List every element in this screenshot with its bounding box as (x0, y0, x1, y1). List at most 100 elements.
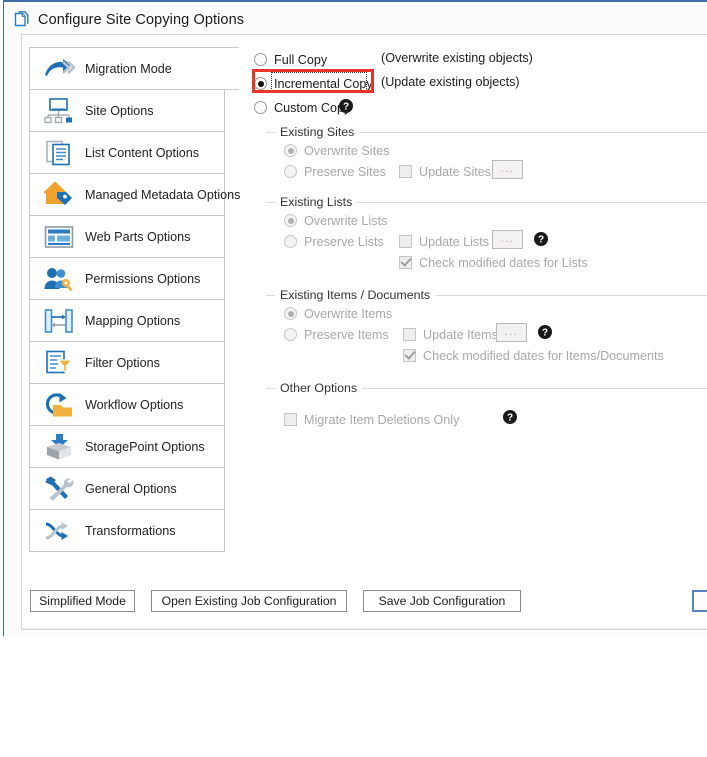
radio-indicator (254, 77, 267, 90)
sidebar-item-site-options[interactable]: Site Options (29, 89, 225, 132)
sidebar-item-label: Mapping Options (85, 313, 181, 328)
checkbox-check-modified-dates-lists: Check modified dates for Lists (399, 253, 588, 272)
sidebar-item-workflow-options[interactable]: Workflow Options (29, 383, 225, 426)
radio-preserve-items: Preserve Items (284, 325, 389, 344)
checkbox-label: Update Sites (419, 164, 492, 179)
home-tag-icon (42, 180, 76, 210)
radio-preserve-sites: Preserve Sites (284, 162, 386, 181)
shuffle-arrows-icon (42, 516, 76, 546)
sidebar-item-label: Managed Metadata Options (85, 187, 241, 202)
radio-indicator (254, 53, 267, 66)
radio-indicator (284, 235, 297, 248)
checkbox-migrate-item-deletions-only: Migrate Item Deletions Only (284, 410, 459, 429)
site-hierarchy-icon (42, 96, 76, 126)
sidebar-item-managed-metadata-options[interactable]: Managed Metadata Options (29, 173, 240, 216)
full-copy-note: (Overwrite existing objects) (381, 51, 533, 65)
radio-full-copy[interactable]: Full Copy (254, 50, 327, 69)
focus-outline (271, 72, 367, 91)
migration-mode-pane: Full Copy (Overwrite existing objects) I… (238, 47, 707, 579)
box-download-icon (42, 432, 76, 462)
sidebar-item-web-parts-options[interactable]: Web Parts Options (29, 215, 225, 258)
incremental-copy-note: (Update existing objects) (381, 75, 520, 89)
svg-text:?: ? (542, 328, 548, 339)
checkbox-label: Check modified dates for Items/Documents (423, 348, 664, 363)
screen: Configure Site Copying Options Migration… (0, 0, 707, 757)
radio-indicator (284, 214, 297, 227)
sidebar-item-label: Web Parts Options (85, 229, 191, 244)
checkbox-label: Check modified dates for Lists (419, 255, 588, 270)
sidebar-item-storagepoint-options[interactable]: StoragePoint Options (29, 425, 225, 468)
radio-overwrite-lists: Overwrite Lists (284, 211, 387, 230)
group-title: Existing Items / Documents (275, 288, 436, 302)
radio-label: Preserve Items (304, 327, 389, 342)
help-icon-custom-copy[interactable]: ? (339, 99, 353, 113)
checkbox-indicator (403, 349, 416, 362)
checkbox-update-sites: Update Sites (399, 162, 491, 181)
radio-indicator (284, 165, 297, 178)
window-title: Configure Site Copying Options (38, 12, 245, 28)
sidebar-item-label: Transformations (85, 523, 176, 538)
group-other-options: Other Options Migrate Item Deletions Onl… (266, 381, 707, 438)
checkbox-update-lists: Update Lists (399, 232, 489, 251)
documents-icon (42, 138, 76, 168)
radio-label: Overwrite Sites (304, 143, 390, 158)
help-icon-items[interactable]: ? (538, 325, 552, 339)
radio-label: Overwrite Lists (304, 213, 388, 228)
title-bar: Configure Site Copying Options (4, 4, 707, 36)
sidebar-item-transformations[interactable]: Transformations (29, 509, 225, 552)
checkbox-label: Migrate Item Deletions Only (304, 412, 460, 427)
open-existing-job-configuration-button[interactable]: Open Existing Job Configuration (151, 590, 347, 612)
group-existing-items-documents: Existing Items / Documents Overwrite Ite… (266, 288, 707, 371)
dialog-button-bar: Simplified Mode Open Existing Job Config… (22, 579, 707, 629)
checkbox-update-items: Update Items (403, 325, 498, 344)
radio-label: Overwrite Items (304, 306, 393, 321)
help-icon-other-options[interactable]: ? (503, 410, 517, 424)
radio-indicator (284, 307, 297, 320)
default-action-button[interactable] (692, 590, 707, 612)
group-title: Other Options (275, 381, 363, 395)
sidebar-item-mapping-options[interactable]: Mapping Options (29, 299, 225, 342)
document-filter-icon (42, 348, 76, 378)
help-icon-lists[interactable]: ? (534, 232, 548, 246)
radio-overwrite-items: Overwrite Items (284, 304, 392, 323)
button-bar-divider (22, 628, 707, 629)
sidebar-item-migration-mode[interactable]: Migration Mode (29, 47, 239, 90)
hammer-wrench-icon (42, 474, 76, 504)
sidebar-item-label: Workflow Options (85, 397, 184, 412)
sidebar-item-list-content-options[interactable]: List Content Options (29, 131, 225, 174)
group-title: Existing Lists (275, 195, 358, 209)
dialog-window: Configure Site Copying Options Migration… (3, 0, 707, 636)
mapping-arrows-icon (42, 306, 76, 336)
radio-custom-copy[interactable]: Custom Copy (254, 98, 350, 117)
sidebar-item-label: Permissions Options (85, 271, 201, 286)
radio-label: Full Copy (274, 52, 328, 67)
sidebar-item-label: General Options (85, 481, 177, 496)
checkbox-indicator (399, 165, 412, 178)
radio-indicator (284, 328, 297, 341)
radio-indicator (254, 101, 267, 114)
checkbox-label: Update Items (423, 327, 498, 342)
svg-text:?: ? (343, 102, 349, 113)
sidebar-item-filter-options[interactable]: Filter Options (29, 341, 225, 384)
copy-document-icon (14, 11, 31, 29)
checkbox-label: Update Lists (419, 234, 490, 249)
sidebar-item-label: StoragePoint Options (85, 439, 205, 454)
radio-label: Preserve Lists (304, 234, 384, 249)
arrows-right-icon (42, 54, 76, 84)
group-existing-lists: Existing Lists Overwrite Lists Preserve … (266, 195, 707, 278)
radio-label: Preserve Sites (304, 164, 386, 179)
workflow-folder-icon (42, 390, 76, 420)
simplified-mode-button[interactable]: Simplified Mode (30, 590, 135, 612)
browse-items-button: ... (496, 323, 527, 342)
web-part-icon (42, 222, 76, 252)
users-key-icon (42, 264, 76, 294)
sidebar-item-permissions-options[interactable]: Permissions Options (29, 257, 225, 300)
sidebar-item-general-options[interactable]: General Options (29, 467, 225, 510)
checkbox-indicator (399, 256, 412, 269)
sidebar-item-label: Site Options (85, 103, 154, 118)
checkbox-indicator (284, 413, 297, 426)
save-job-configuration-button[interactable]: Save Job Configuration (363, 590, 521, 612)
sidebar-item-label: Migration Mode (85, 61, 172, 76)
browse-sites-button: ... (492, 160, 523, 179)
svg-text:?: ? (538, 235, 544, 246)
